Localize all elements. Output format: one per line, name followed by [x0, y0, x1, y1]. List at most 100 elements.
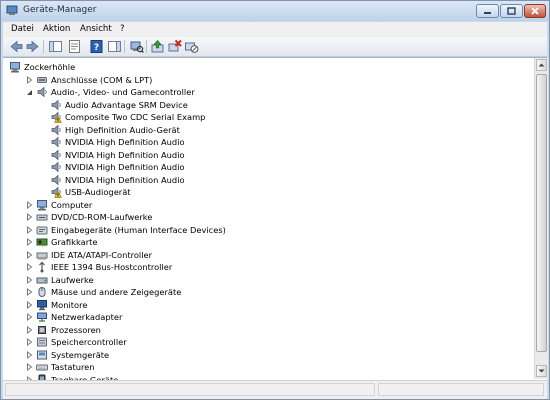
tree-expand-icon[interactable]	[26, 263, 33, 271]
computer-icon	[10, 62, 20, 73]
minimize-icon	[484, 12, 491, 14]
speaker-icon	[51, 111, 62, 123]
device-category-label: Prozessoren	[51, 325, 101, 335]
scan-hardware-icon[interactable]	[129, 39, 144, 54]
device-category-label: Audio-, Video- und Gamecontroller	[51, 87, 195, 97]
toolbar-separator	[43, 40, 44, 53]
speaker-icon	[51, 161, 61, 173]
help-icon[interactable]: ?	[89, 39, 104, 54]
port-icon	[37, 77, 47, 83]
status-bar	[3, 380, 547, 399]
menu-aktion[interactable]: Aktion	[43, 24, 70, 34]
menu-bar: Datei Aktion Ansicht ?	[3, 22, 547, 37]
computer-icon	[37, 200, 47, 211]
hid-icon	[36, 226, 48, 235]
disk-drive-icon	[36, 277, 48, 284]
device-category-label: IEEE 1394 Bus-Hostcontroller	[51, 262, 173, 272]
device-category-label: Laufwerke	[51, 275, 94, 285]
tree-expand-icon[interactable]	[26, 213, 33, 221]
tree-expand-icon[interactable]	[26, 351, 33, 359]
status-cell	[378, 383, 544, 396]
forward-arrow-icon[interactable]	[25, 39, 40, 54]
ide-controller-icon	[36, 252, 48, 260]
device-manager-icon	[6, 5, 18, 16]
tree-expand-icon[interactable]	[26, 288, 33, 296]
speaker-icon	[37, 86, 47, 98]
uninstall-icon[interactable]	[167, 39, 182, 54]
speaker-icon	[51, 99, 61, 111]
scroll-thumb[interactable]	[536, 74, 547, 352]
device-category-label: Monitore	[51, 300, 88, 310]
update-driver-icon[interactable]	[150, 39, 165, 54]
device-category-label: Grafikkarte	[51, 237, 98, 247]
svg-text:?: ?	[94, 43, 99, 53]
device-category-label: DVD/CD-ROM-Laufwerke	[51, 212, 153, 222]
device-item-label: NVIDIA High Definition Audio	[65, 137, 185, 147]
tree-expand-icon[interactable]	[26, 251, 33, 259]
device-item-label: NVIDIA High Definition Audio	[65, 175, 185, 185]
toolbar: ?	[3, 37, 547, 57]
tree-root-label: Zockerhöhle	[24, 62, 76, 72]
keyboard-icon	[36, 364, 48, 371]
minimize-button[interactable]	[476, 4, 499, 18]
network-adapter-icon	[37, 312, 47, 322]
mouse-icon	[38, 287, 46, 297]
tree-expand-icon[interactable]	[26, 76, 33, 84]
tree-expand-icon[interactable]	[26, 201, 33, 209]
menu-help[interactable]: ?	[120, 24, 125, 34]
tree-expand-icon[interactable]	[26, 238, 33, 246]
storage-controller-icon	[37, 337, 47, 347]
device-item-label: USB-Audiogerät	[65, 187, 131, 197]
monitor-icon	[37, 300, 47, 311]
tree-expand-icon[interactable]	[26, 276, 33, 284]
speaker-icon	[51, 124, 61, 136]
device-category-label: Computer	[51, 200, 93, 210]
properties-icon[interactable]	[67, 39, 82, 54]
tree-expand-icon[interactable]	[26, 338, 33, 346]
scroll-up-icon	[538, 63, 545, 67]
firewire-icon	[39, 261, 45, 273]
processor-icon	[38, 326, 46, 334]
tree-expand-icon[interactable]	[26, 301, 33, 309]
device-tree[interactable]: Zockerhöhle Anschlüsse (COM & LPT) Audio-…	[3, 57, 547, 380]
device-item-label: Audio Advantage SRM Device	[65, 100, 188, 110]
status-cell	[5, 383, 375, 396]
action-pane-icon[interactable]	[107, 39, 122, 54]
device-item-label: NVIDIA High Definition Audio	[65, 150, 185, 160]
maximize-icon	[507, 7, 516, 15]
tree-collapse-icon[interactable]	[26, 88, 33, 96]
menu-datei[interactable]: Datei	[11, 24, 34, 34]
device-category-label: IDE ATA/ATAPI-Controller	[51, 250, 153, 260]
tree-expand-icon[interactable]	[26, 226, 33, 234]
device-category-label: Eingabegeräte (Human Interface Devices)	[51, 225, 226, 235]
show-hide-console-tree-icon[interactable]	[48, 39, 63, 54]
device-category-label: Systemgeräte	[51, 350, 110, 360]
maximize-button[interactable]	[500, 4, 523, 18]
tree-expand-icon[interactable]	[26, 363, 33, 371]
tree-expand-icon[interactable]	[26, 326, 33, 334]
title-bar[interactable]: Geräte-Manager	[1, 1, 549, 21]
scroll-down-icon	[538, 369, 545, 373]
device-item-label: NVIDIA High Definition Audio	[65, 162, 185, 172]
system-device-icon	[37, 350, 47, 360]
vertical-scrollbar[interactable]	[534, 58, 548, 379]
device-item-label: High Definition Audio-Gerät	[65, 125, 180, 135]
back-arrow-icon[interactable]	[9, 39, 24, 54]
dvd-drive-icon	[36, 214, 48, 221]
display-adapter-icon	[36, 238, 48, 247]
disable-icon[interactable]	[184, 39, 199, 54]
device-category-label: Anschlüsse (COM & LPT)	[51, 75, 153, 85]
close-button[interactable]	[524, 4, 546, 18]
speaker-icon	[51, 136, 61, 148]
window-title: Geräte-Manager	[23, 5, 97, 15]
speaker-icon	[51, 174, 61, 186]
speaker-icon	[51, 149, 61, 161]
tree-expand-icon[interactable]	[26, 313, 33, 321]
device-item-label: Composite Two CDC Serial Examp	[65, 112, 206, 122]
toolbar-separator	[124, 40, 125, 53]
speaker-icon	[51, 186, 62, 198]
scroll-up-button[interactable]	[536, 59, 547, 71]
scroll-down-button[interactable]	[536, 365, 547, 377]
menu-ansicht[interactable]: Ansicht	[80, 24, 112, 34]
close-icon	[531, 7, 539, 15]
